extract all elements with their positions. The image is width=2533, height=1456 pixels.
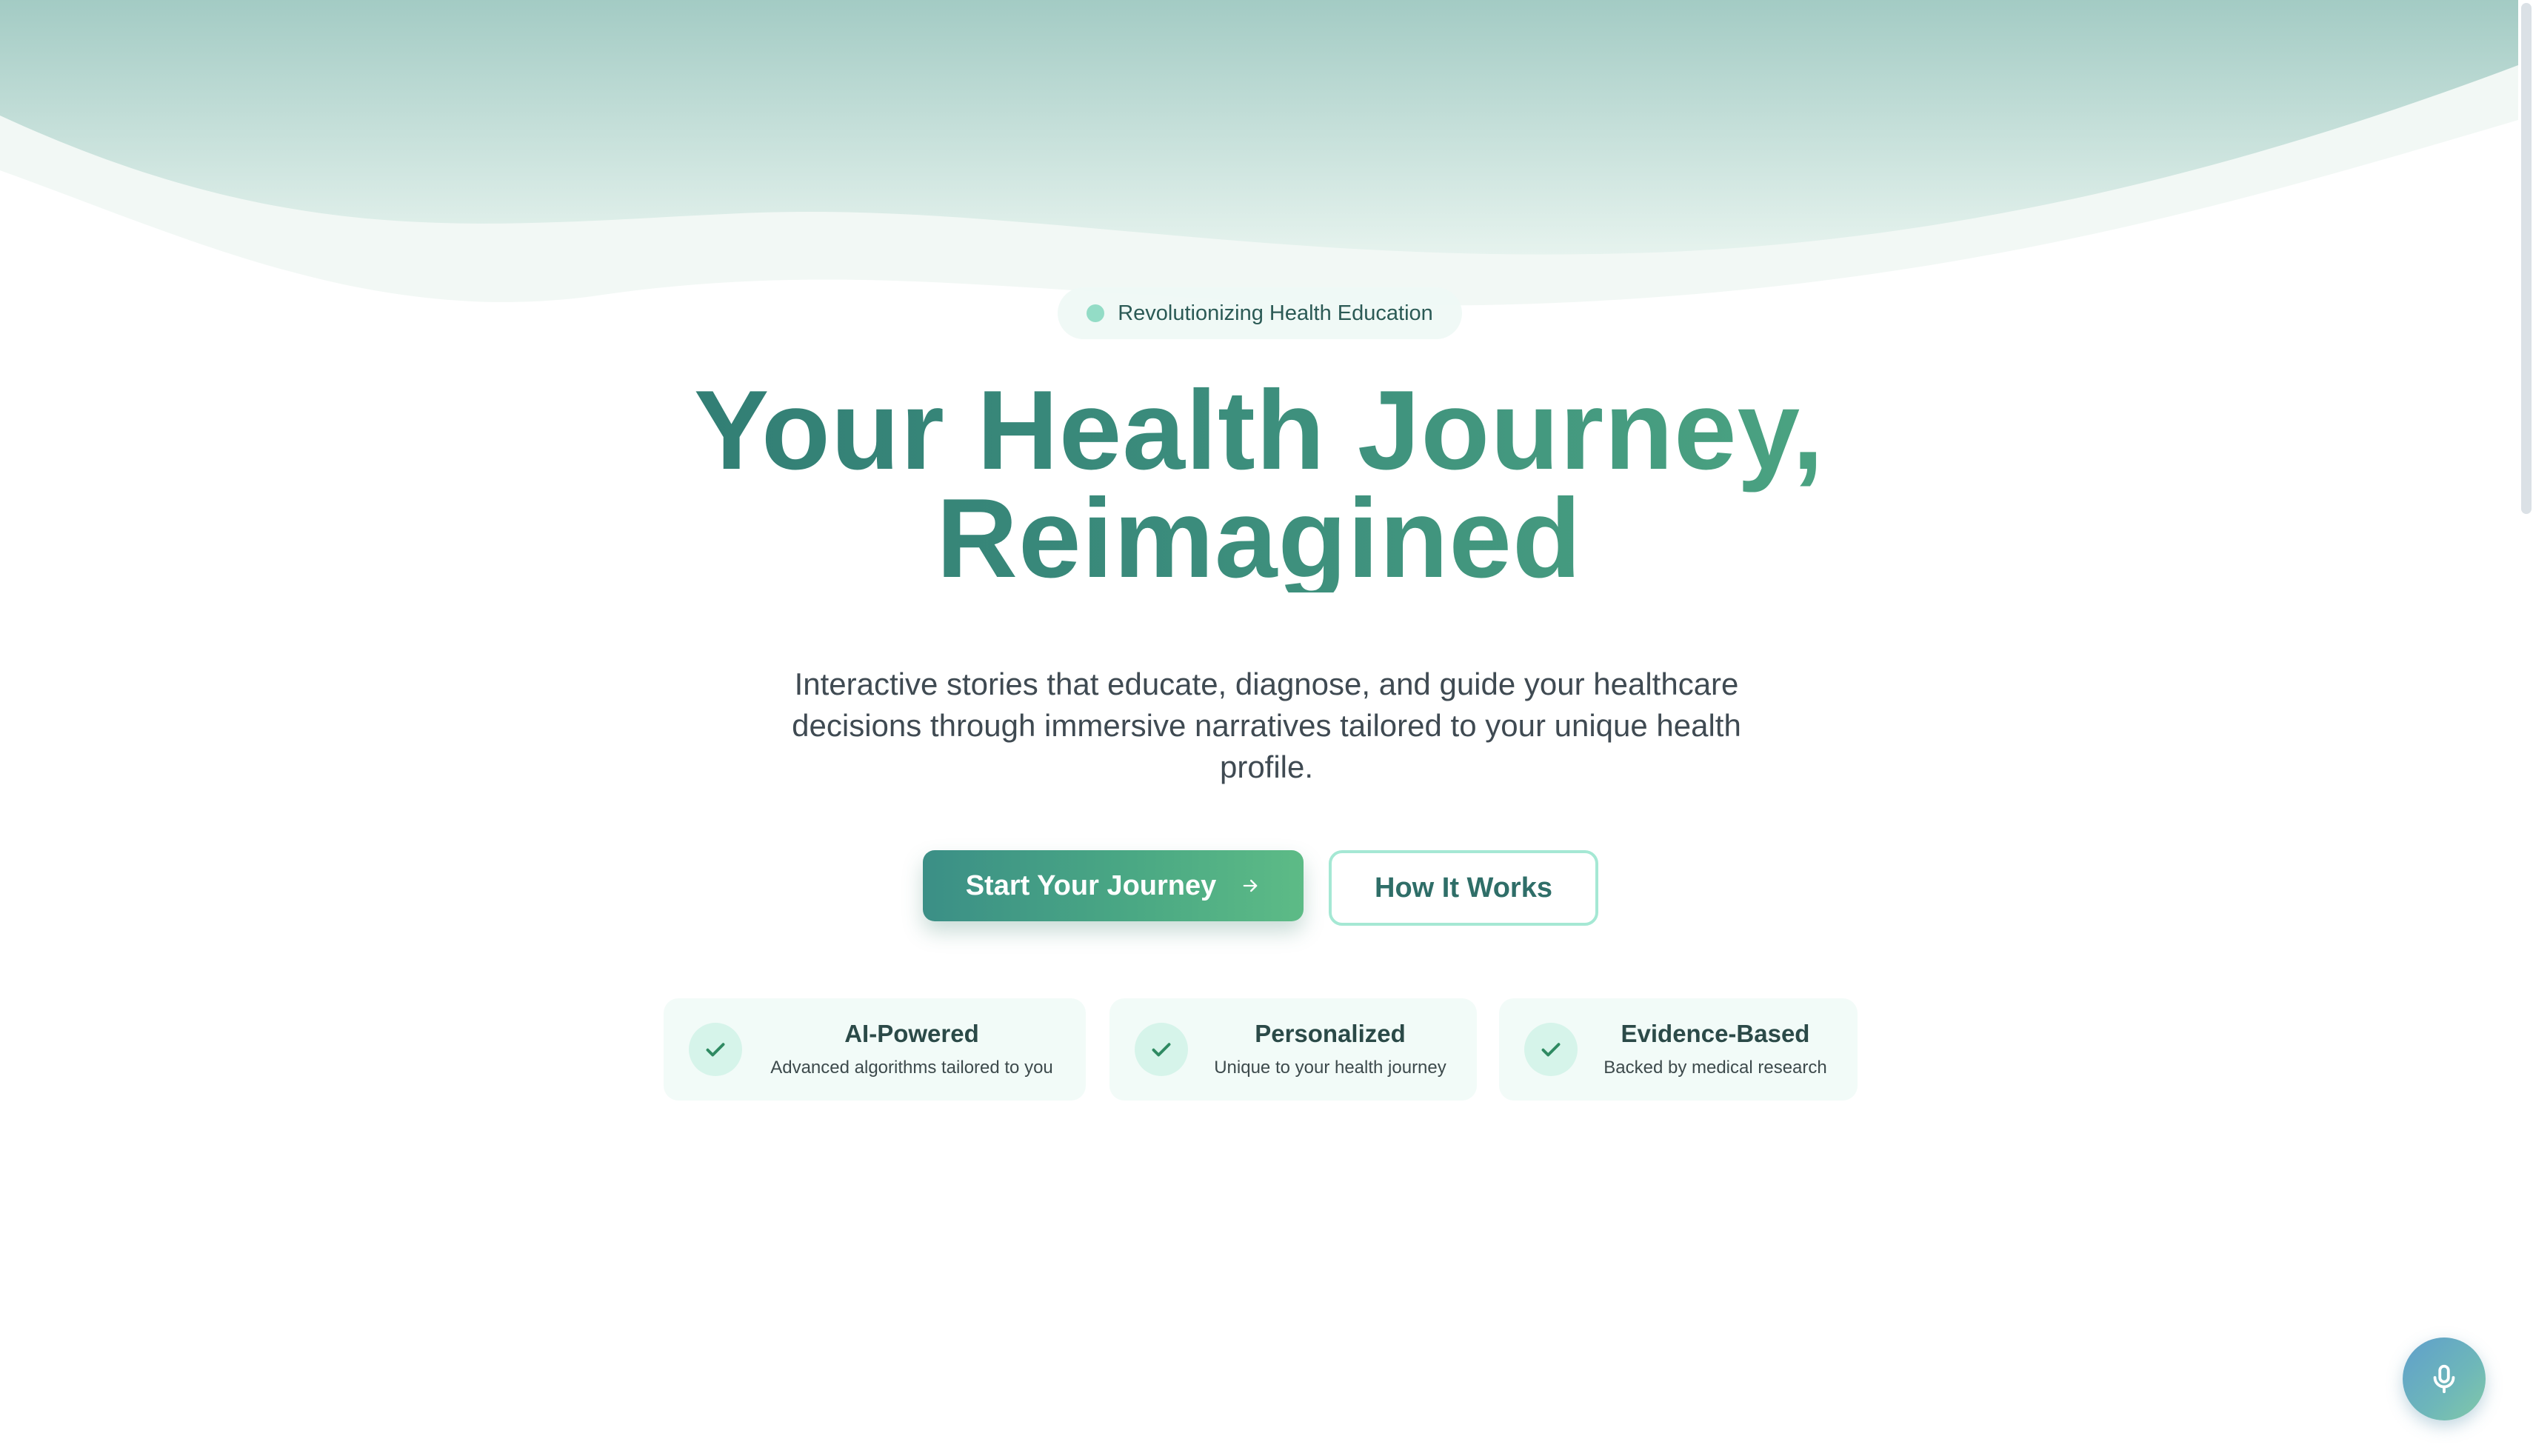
check-icon	[1135, 1023, 1188, 1076]
check-icon	[689, 1023, 742, 1076]
start-journey-label: Start Your Journey	[965, 869, 1217, 901]
feature-card-personalized: Personalized Unique to your health journ…	[1109, 998, 1477, 1101]
voice-assistant-button[interactable]	[2403, 1338, 2486, 1420]
feature-title: Personalized	[1255, 1020, 1406, 1047]
announcement-badge: Revolutionizing Health Education	[1058, 287, 1462, 339]
feature-title: Evidence-Based	[1621, 1020, 1810, 1047]
scrollbar-track[interactable]	[2518, 0, 2533, 1456]
hero-title-line-1: Your Health Journey,	[693, 367, 1825, 493]
feature-description: Backed by medical research	[1603, 1058, 1827, 1078]
landing-page: Revolutionizing Health Education Your He…	[0, 0, 2533, 1456]
hero-wave-background	[0, 0, 2518, 306]
check-icon	[1524, 1023, 1578, 1076]
feature-card-ai-powered: AI-Powered Advanced algorithms tailored …	[664, 998, 1086, 1101]
feature-card-evidence-based: Evidence-Based Backed by medical researc…	[1499, 998, 1858, 1101]
feature-description: Unique to your health journey	[1214, 1058, 1446, 1078]
feature-title: AI-Powered	[844, 1020, 979, 1047]
scrollbar-thumb[interactable]	[2521, 3, 2532, 514]
badge-dot-icon	[1087, 304, 1105, 322]
start-journey-button[interactable]: Start Your Journey	[923, 850, 1304, 921]
hero-title-line-2: Reimagined	[936, 475, 1582, 601]
hero-subtitle: Interactive stories that educate, diagno…	[792, 667, 1741, 784]
badge-text: Revolutionizing Health Education	[1118, 301, 1433, 325]
feature-description: Advanced algorithms tailored to you	[770, 1058, 1053, 1078]
hero-title: Your Health Journey, Reimagined	[526, 376, 1992, 592]
arrow-right-icon	[1240, 875, 1261, 896]
microphone-icon	[2427, 1362, 2461, 1396]
how-it-works-button[interactable]: How It Works	[1329, 850, 1598, 926]
